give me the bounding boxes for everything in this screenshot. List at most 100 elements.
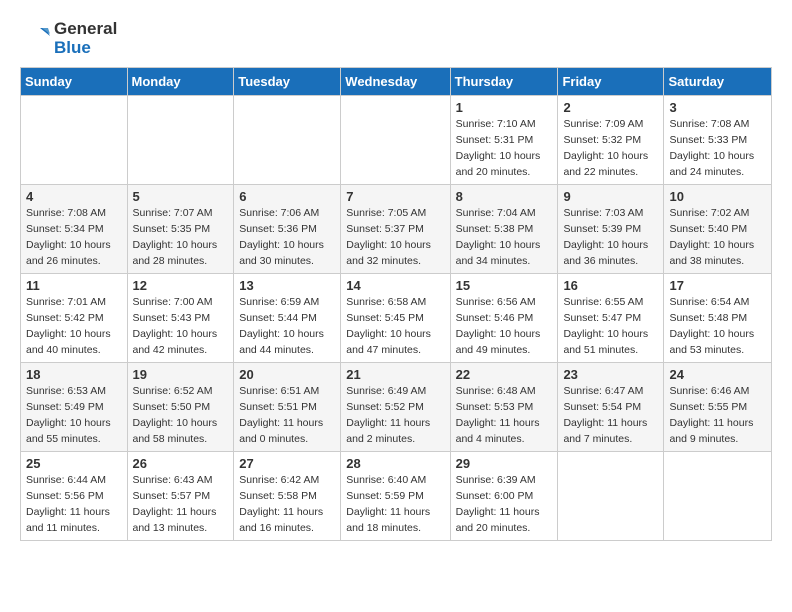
calendar-cell	[558, 452, 664, 541]
day-info: Sunrise: 6:55 AM Sunset: 5:47 PM Dayligh…	[563, 295, 658, 358]
sunrise-text: Sunrise: 6:42 AM	[239, 474, 319, 486]
day-number: 20	[239, 367, 335, 382]
day-number: 6	[239, 189, 335, 204]
calendar-cell: 18 Sunrise: 6:53 AM Sunset: 5:49 PM Dayl…	[21, 363, 128, 452]
sunset-text: Sunset: 5:49 PM	[26, 401, 104, 413]
daylight-text: Daylight: 10 hours and 38 minutes.	[669, 239, 754, 267]
sunrise-text: Sunrise: 6:59 AM	[239, 296, 319, 308]
sunset-text: Sunset: 5:32 PM	[563, 134, 641, 146]
logo-general-text: General	[54, 20, 117, 39]
calendar-cell: 22 Sunrise: 6:48 AM Sunset: 5:53 PM Dayl…	[450, 363, 558, 452]
daylight-text: Daylight: 10 hours and 20 minutes.	[456, 150, 541, 178]
sunset-text: Sunset: 5:44 PM	[239, 312, 317, 324]
calendar-cell: 7 Sunrise: 7:05 AM Sunset: 5:37 PM Dayli…	[341, 185, 450, 274]
day-info: Sunrise: 6:51 AM Sunset: 5:51 PM Dayligh…	[239, 384, 335, 447]
daylight-text: Daylight: 11 hours and 7 minutes.	[563, 417, 647, 445]
calendar-cell	[234, 96, 341, 185]
day-number: 21	[346, 367, 444, 382]
sunrise-text: Sunrise: 7:03 AM	[563, 207, 643, 219]
sunset-text: Sunset: 5:46 PM	[456, 312, 534, 324]
sunset-text: Sunset: 5:33 PM	[669, 134, 747, 146]
sunrise-text: Sunrise: 6:56 AM	[456, 296, 536, 308]
daylight-text: Daylight: 10 hours and 28 minutes.	[133, 239, 218, 267]
day-number: 13	[239, 278, 335, 293]
daylight-text: Daylight: 10 hours and 47 minutes.	[346, 328, 431, 356]
daylight-text: Daylight: 10 hours and 42 minutes.	[133, 328, 218, 356]
sunset-text: Sunset: 5:36 PM	[239, 223, 317, 235]
logo: General Blue	[20, 20, 117, 57]
calendar-cell: 9 Sunrise: 7:03 AM Sunset: 5:39 PM Dayli…	[558, 185, 664, 274]
day-info: Sunrise: 7:03 AM Sunset: 5:39 PM Dayligh…	[563, 206, 658, 269]
day-info: Sunrise: 6:42 AM Sunset: 5:58 PM Dayligh…	[239, 473, 335, 536]
day-info: Sunrise: 7:02 AM Sunset: 5:40 PM Dayligh…	[669, 206, 766, 269]
calendar-cell: 15 Sunrise: 6:56 AM Sunset: 5:46 PM Dayl…	[450, 274, 558, 363]
calendar-cell: 10 Sunrise: 7:02 AM Sunset: 5:40 PM Dayl…	[664, 185, 772, 274]
daylight-text: Daylight: 10 hours and 26 minutes.	[26, 239, 111, 267]
calendar-cell: 13 Sunrise: 6:59 AM Sunset: 5:44 PM Dayl…	[234, 274, 341, 363]
logo-bird-icon	[20, 24, 50, 54]
daylight-text: Daylight: 11 hours and 9 minutes.	[669, 417, 753, 445]
sunset-text: Sunset: 5:42 PM	[26, 312, 104, 324]
calendar-cell: 27 Sunrise: 6:42 AM Sunset: 5:58 PM Dayl…	[234, 452, 341, 541]
calendar-week-3: 18 Sunrise: 6:53 AM Sunset: 5:49 PM Dayl…	[21, 363, 772, 452]
calendar-cell: 1 Sunrise: 7:10 AM Sunset: 5:31 PM Dayli…	[450, 96, 558, 185]
calendar-cell: 3 Sunrise: 7:08 AM Sunset: 5:33 PM Dayli…	[664, 96, 772, 185]
day-number: 1	[456, 100, 553, 115]
sunset-text: Sunset: 5:43 PM	[133, 312, 211, 324]
day-number: 5	[133, 189, 229, 204]
sunrise-text: Sunrise: 6:54 AM	[669, 296, 749, 308]
sunrise-text: Sunrise: 6:44 AM	[26, 474, 106, 486]
daylight-text: Daylight: 11 hours and 0 minutes.	[239, 417, 323, 445]
sunset-text: Sunset: 5:53 PM	[456, 401, 534, 413]
day-number: 18	[26, 367, 122, 382]
day-info: Sunrise: 6:47 AM Sunset: 5:54 PM Dayligh…	[563, 384, 658, 447]
day-info: Sunrise: 7:08 AM Sunset: 5:33 PM Dayligh…	[669, 117, 766, 180]
day-number: 15	[456, 278, 553, 293]
day-info: Sunrise: 6:52 AM Sunset: 5:50 PM Dayligh…	[133, 384, 229, 447]
daylight-text: Daylight: 10 hours and 36 minutes.	[563, 239, 648, 267]
calendar-cell: 8 Sunrise: 7:04 AM Sunset: 5:38 PM Dayli…	[450, 185, 558, 274]
day-info: Sunrise: 6:44 AM Sunset: 5:56 PM Dayligh…	[26, 473, 122, 536]
sunset-text: Sunset: 5:59 PM	[346, 490, 424, 502]
daylight-text: Daylight: 10 hours and 49 minutes.	[456, 328, 541, 356]
daylight-text: Daylight: 11 hours and 4 minutes.	[456, 417, 540, 445]
calendar-cell: 29 Sunrise: 6:39 AM Sunset: 6:00 PM Dayl…	[450, 452, 558, 541]
page-header: General Blue	[20, 20, 772, 57]
logo-wordmark: General Blue	[20, 20, 117, 57]
daylight-text: Daylight: 11 hours and 11 minutes.	[26, 506, 110, 534]
sunrise-text: Sunrise: 7:08 AM	[26, 207, 106, 219]
sunrise-text: Sunrise: 6:53 AM	[26, 385, 106, 397]
sunset-text: Sunset: 5:56 PM	[26, 490, 104, 502]
calendar-cell: 2 Sunrise: 7:09 AM Sunset: 5:32 PM Dayli…	[558, 96, 664, 185]
sunrise-text: Sunrise: 6:40 AM	[346, 474, 426, 486]
sunrise-text: Sunrise: 7:08 AM	[669, 118, 749, 130]
day-number: 9	[563, 189, 658, 204]
day-info: Sunrise: 6:58 AM Sunset: 5:45 PM Dayligh…	[346, 295, 444, 358]
calendar-cell: 19 Sunrise: 6:52 AM Sunset: 5:50 PM Dayl…	[127, 363, 234, 452]
sunset-text: Sunset: 5:51 PM	[239, 401, 317, 413]
daylight-text: Daylight: 10 hours and 24 minutes.	[669, 150, 754, 178]
day-info: Sunrise: 6:49 AM Sunset: 5:52 PM Dayligh…	[346, 384, 444, 447]
daylight-text: Daylight: 10 hours and 30 minutes.	[239, 239, 324, 267]
calendar-week-0: 1 Sunrise: 7:10 AM Sunset: 5:31 PM Dayli…	[21, 96, 772, 185]
header-wednesday: Wednesday	[341, 68, 450, 96]
day-info: Sunrise: 7:05 AM Sunset: 5:37 PM Dayligh…	[346, 206, 444, 269]
sunrise-text: Sunrise: 6:48 AM	[456, 385, 536, 397]
day-info: Sunrise: 7:09 AM Sunset: 5:32 PM Dayligh…	[563, 117, 658, 180]
sunrise-text: Sunrise: 7:07 AM	[133, 207, 213, 219]
sunset-text: Sunset: 5:31 PM	[456, 134, 534, 146]
calendar-cell: 23 Sunrise: 6:47 AM Sunset: 5:54 PM Dayl…	[558, 363, 664, 452]
sunrise-text: Sunrise: 7:09 AM	[563, 118, 643, 130]
sunrise-text: Sunrise: 7:10 AM	[456, 118, 536, 130]
sunrise-text: Sunrise: 6:39 AM	[456, 474, 536, 486]
day-number: 7	[346, 189, 444, 204]
sunrise-text: Sunrise: 7:05 AM	[346, 207, 426, 219]
daylight-text: Daylight: 10 hours and 34 minutes.	[456, 239, 541, 267]
sunset-text: Sunset: 5:39 PM	[563, 223, 641, 235]
daylight-text: Daylight: 11 hours and 2 minutes.	[346, 417, 430, 445]
day-info: Sunrise: 7:08 AM Sunset: 5:34 PM Dayligh…	[26, 206, 122, 269]
sunset-text: Sunset: 5:34 PM	[26, 223, 104, 235]
daylight-text: Daylight: 10 hours and 22 minutes.	[563, 150, 648, 178]
day-info: Sunrise: 6:59 AM Sunset: 5:44 PM Dayligh…	[239, 295, 335, 358]
daylight-text: Daylight: 11 hours and 13 minutes.	[133, 506, 217, 534]
